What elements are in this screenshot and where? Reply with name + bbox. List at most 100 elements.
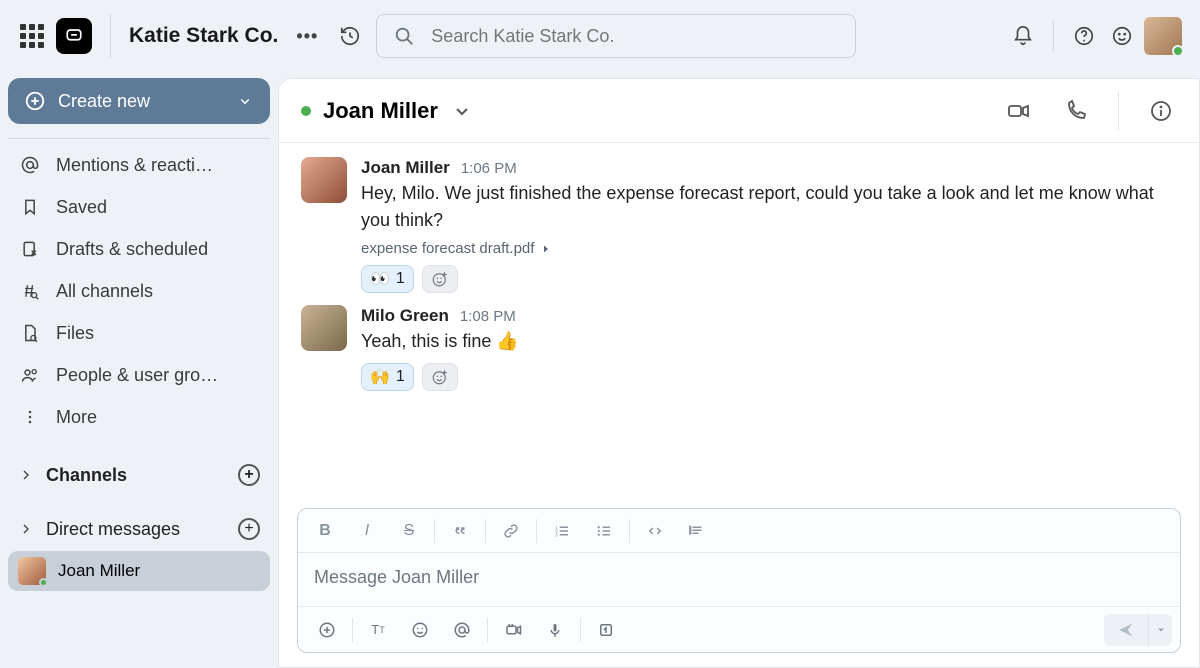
compose-actions: TT	[298, 606, 1180, 652]
sidebar-item-files[interactable]: Files	[8, 313, 270, 353]
sidebar-item-label: Files	[56, 323, 94, 344]
workspace-more-icon[interactable]: •••	[296, 26, 318, 47]
message-avatar[interactable]	[301, 157, 347, 203]
chat-panel: Joan Miller Joan Miller 1:06 PM Hey, Mil…	[278, 78, 1200, 668]
video-call-icon[interactable]	[1002, 95, 1034, 127]
hash-search-icon	[18, 281, 42, 301]
ordered-list-button[interactable]: 123	[541, 514, 583, 548]
sidebar-item-saved[interactable]: Saved	[8, 187, 270, 227]
history-icon[interactable]	[334, 20, 366, 52]
dm-label: Direct messages	[46, 519, 180, 540]
apps-grid-icon[interactable]	[18, 22, 46, 50]
send-icon	[1116, 620, 1136, 640]
svg-text:3: 3	[555, 532, 558, 537]
link-button[interactable]	[490, 514, 532, 548]
send-button[interactable]	[1104, 614, 1148, 646]
divider	[487, 618, 488, 642]
chevron-down-icon	[236, 92, 254, 110]
sidebar: Create new Mentions & reacti… Saved Draf…	[0, 72, 278, 668]
chevron-right-icon	[18, 521, 34, 537]
emoji-picker-button[interactable]	[399, 613, 441, 647]
send-options-button[interactable]	[1148, 614, 1172, 646]
add-reaction-icon	[431, 368, 449, 386]
unordered-list-button[interactable]	[583, 514, 625, 548]
dm-user-joan[interactable]: Joan Miller	[8, 551, 270, 591]
divider	[629, 519, 630, 543]
message-avatar[interactable]	[301, 305, 347, 351]
search-bar[interactable]	[376, 14, 856, 58]
message-sender[interactable]: Joan Miller	[361, 158, 450, 177]
dm-section-header[interactable]: Direct messages +	[8, 509, 270, 549]
create-new-button[interactable]: Create new	[8, 78, 270, 124]
info-icon[interactable]	[1145, 95, 1177, 127]
sidebar-item-more[interactable]: More	[8, 397, 270, 437]
compose-input[interactable]: Message Joan Miller	[298, 553, 1180, 606]
sidebar-item-allchannels[interactable]: All channels	[8, 271, 270, 311]
file-icon	[18, 323, 42, 343]
notifications-icon[interactable]	[1007, 20, 1039, 52]
format-toggle-button[interactable]: TT	[357, 613, 399, 647]
message: Milo Green 1:08 PM Yeah, this is fine 👍 …	[301, 305, 1177, 391]
dm-user-name: Joan Miller	[58, 561, 140, 581]
sidebar-item-people[interactable]: People & user gro…	[8, 355, 270, 395]
help-icon[interactable]	[1068, 20, 1100, 52]
message-timestamp: 1:08 PM	[460, 308, 516, 325]
workspace-title[interactable]: Katie Stark Co.	[129, 24, 278, 48]
message-timestamp: 1:06 PM	[461, 160, 517, 177]
attach-button[interactable]	[306, 613, 348, 647]
divider	[536, 519, 537, 543]
more-vertical-icon	[18, 407, 42, 427]
sidebar-item-mentions[interactable]: Mentions & reacti…	[8, 145, 270, 185]
dm-avatar	[18, 557, 46, 585]
add-channel-button[interactable]: +	[238, 464, 260, 486]
reaction-emoji: 🙌	[370, 367, 390, 387]
presence-indicator-icon	[1172, 45, 1184, 57]
message-sender[interactable]: Milo Green	[361, 306, 449, 325]
sidebar-item-label: Drafts & scheduled	[56, 239, 208, 260]
strikethrough-button[interactable]: S	[388, 514, 430, 548]
divider	[1118, 92, 1119, 130]
emoji-icon[interactable]	[1106, 20, 1138, 52]
reaction-eyes[interactable]: 👀1	[361, 265, 414, 293]
reaction-raised-hands[interactable]: 🙌1	[361, 363, 414, 391]
sidebar-item-label: Mentions & reacti…	[56, 155, 213, 176]
user-avatar[interactable]	[1144, 17, 1182, 55]
format-toolbar: B I S 123	[298, 509, 1180, 553]
channels-label: Channels	[46, 465, 127, 486]
quote-button[interactable]	[439, 514, 481, 548]
app-logo-icon[interactable]	[56, 18, 92, 54]
attachment-name: expense forecast draft.pdf	[361, 240, 534, 257]
add-reaction-button[interactable]	[422, 363, 458, 391]
codeblock-button[interactable]	[676, 514, 718, 548]
sidebar-item-drafts[interactable]: Drafts & scheduled	[8, 229, 270, 269]
channels-section-header[interactable]: Channels +	[8, 455, 270, 495]
add-reaction-button[interactable]	[422, 265, 458, 293]
add-reaction-icon	[431, 270, 449, 288]
add-dm-button[interactable]: +	[238, 518, 260, 540]
create-new-label: Create new	[58, 91, 150, 112]
reaction-count: 1	[396, 270, 405, 288]
bold-button[interactable]: B	[304, 514, 346, 548]
message: Joan Miller 1:06 PM Hey, Milo. We just f…	[301, 157, 1177, 293]
italic-button[interactable]: I	[346, 514, 388, 548]
divider	[8, 138, 270, 139]
people-icon	[18, 365, 42, 385]
code-button[interactable]	[634, 514, 676, 548]
phone-call-icon[interactable]	[1060, 95, 1092, 127]
message-text: Hey, Milo. We just finished the expense …	[361, 180, 1177, 234]
chevron-down-icon[interactable]	[450, 99, 474, 123]
reaction-count: 1	[396, 368, 405, 386]
search-input[interactable]	[431, 26, 839, 47]
divider	[1053, 21, 1054, 51]
sidebar-item-label: All channels	[56, 281, 153, 302]
divider	[352, 618, 353, 642]
chat-title[interactable]: Joan Miller	[323, 98, 438, 124]
top-bar: Katie Stark Co. •••	[0, 0, 1200, 72]
search-icon	[393, 25, 415, 47]
video-record-button[interactable]	[492, 613, 534, 647]
message-attachment[interactable]: expense forecast draft.pdf	[361, 240, 1177, 257]
sidebar-item-label: People & user gro…	[56, 365, 218, 386]
mention-button[interactable]	[441, 613, 483, 647]
shortcut-button[interactable]	[585, 613, 627, 647]
audio-record-button[interactable]	[534, 613, 576, 647]
